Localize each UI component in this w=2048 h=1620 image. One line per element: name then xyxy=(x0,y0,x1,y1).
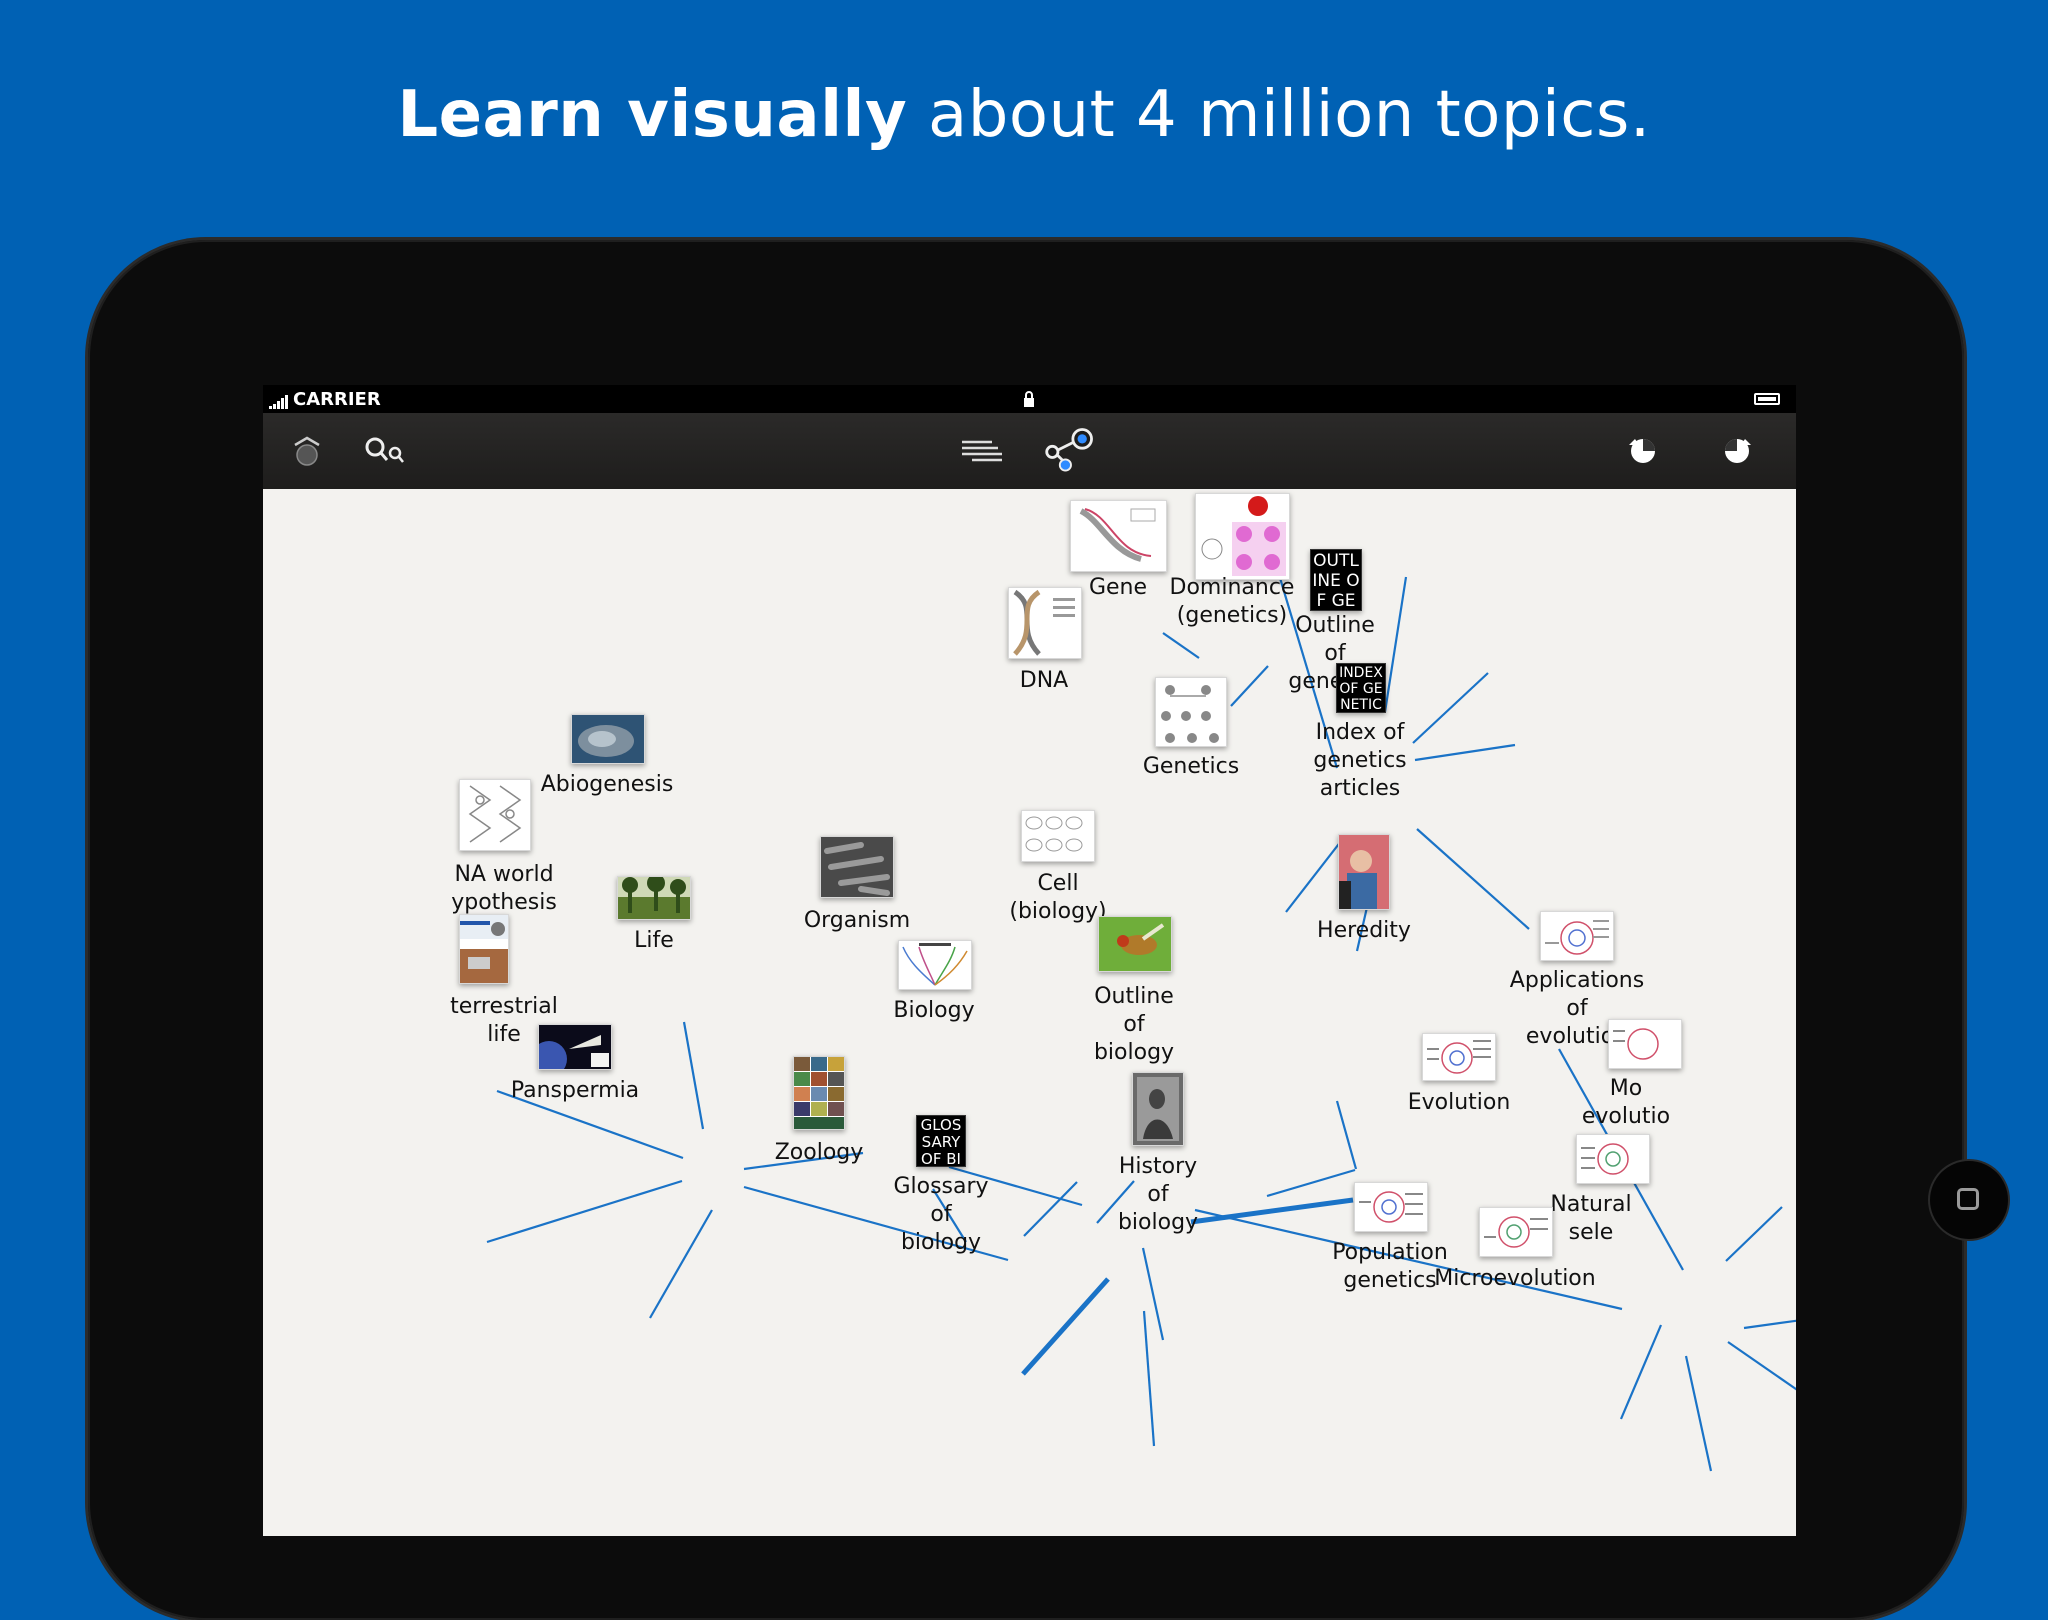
history-thumbnail xyxy=(1132,1072,1184,1146)
edge-genetics-heredity xyxy=(1416,828,1530,930)
glossary-thumbnail: GLOSSARY OF BIOLO xyxy=(916,1115,966,1167)
node-label: Organism xyxy=(803,908,911,933)
battery-icon xyxy=(1754,393,1780,405)
organism-thumbnail xyxy=(820,836,894,898)
edge-evolution-micro xyxy=(1684,1355,1713,1472)
panspermia-thumbnail xyxy=(538,1024,612,1070)
edge-genetics-index xyxy=(1414,743,1516,762)
home-button[interactable] xyxy=(1930,1161,2008,1239)
cell-thumbnail xyxy=(1021,810,1095,862)
life-thumbnail xyxy=(617,876,691,920)
modern-evolution-thumbnail xyxy=(1608,1019,1682,1069)
edge-biology-zoology xyxy=(1021,1277,1110,1376)
thumb-text: GLOSSARY OF BIOLO xyxy=(920,1116,962,1167)
headline-rest: about 4 million topics. xyxy=(907,78,1651,152)
genetics-thumbnail xyxy=(1155,677,1227,747)
search-icon[interactable] xyxy=(359,423,415,479)
node-label: Glossary of biology xyxy=(893,1174,989,1255)
dominance-thumbnail xyxy=(1195,493,1290,580)
node-label: Abiogenesis xyxy=(540,772,674,797)
lock-icon xyxy=(1024,391,1034,407)
graph-view-icon[interactable] xyxy=(1043,423,1099,479)
node-label: Biology xyxy=(893,998,975,1023)
extraterrestrial-thumbnail xyxy=(459,914,509,984)
back-icon[interactable] xyxy=(1615,423,1671,479)
node-label: NA world ypothesis xyxy=(451,862,557,915)
edge-genetics-cell xyxy=(1285,835,1346,913)
node-label: Zoology xyxy=(774,1140,864,1165)
home-square-icon xyxy=(1957,1188,1979,1210)
biology-thumbnail xyxy=(898,940,972,990)
node-label: Life xyxy=(634,928,674,953)
abiogenesis-thumbnail xyxy=(571,714,645,764)
node-label: Evolution xyxy=(1407,1090,1511,1115)
edge-genetics-outline xyxy=(1412,672,1489,744)
edge-evolution-natural xyxy=(1727,1341,1796,1391)
thumb-text: OUTLINE OF GENET xyxy=(1312,551,1360,611)
home-icon[interactable] xyxy=(279,423,335,479)
edge-evolution-applications xyxy=(1725,1206,1783,1262)
edge-genetics-dna-2 xyxy=(1162,632,1200,659)
edge-biology-outline xyxy=(1190,1197,1354,1225)
edge-evolution-modern xyxy=(1743,1319,1796,1330)
node-label: Microevolution xyxy=(1434,1266,1596,1291)
outline-genetics-thumbnail: OUTLINE OF GENET xyxy=(1310,549,1362,611)
edge-genetics-dna xyxy=(1230,665,1269,707)
headline-bold: Learn visually xyxy=(397,78,908,152)
evolution-thumbnail xyxy=(1422,1033,1496,1081)
node-label: Dominance (genetics) xyxy=(1169,575,1295,628)
node-label: Heredity xyxy=(1317,918,1411,943)
microevolution-thumbnail xyxy=(1479,1207,1553,1257)
toolbar xyxy=(263,413,1796,490)
node-label: History of biology xyxy=(1117,1154,1199,1235)
signal-icon xyxy=(269,395,291,409)
node-label: Population genetics xyxy=(1332,1240,1448,1293)
node-label: Gene xyxy=(1088,575,1148,600)
edge-life-panspermia xyxy=(649,1209,713,1319)
node-label: Mo evolutio xyxy=(1581,1076,1671,1129)
edge-life-extraterrestrial xyxy=(486,1179,683,1244)
gene-thumbnail xyxy=(1070,500,1167,572)
rna-world-thumbnail xyxy=(459,779,531,851)
node-label: Index of genetics articles xyxy=(1313,720,1407,801)
headline: Learn visually about 4 million topics. xyxy=(0,78,2048,152)
node-label: Panspermia xyxy=(510,1078,640,1103)
graph-canvas[interactable]: Gene Dominance (genetics) OUTLINE OF GEN… xyxy=(263,489,1796,1536)
node-label: Outline of biology xyxy=(1093,984,1175,1065)
node-label: Natural sele xyxy=(1550,1192,1632,1245)
outline-biology-thumbnail xyxy=(1098,916,1172,972)
applications-evolution-thumbnail xyxy=(1540,911,1614,961)
edge-life-abiogenesis xyxy=(682,1021,705,1130)
index-genetics-thumbnail: INDEX OF GENETICS xyxy=(1336,663,1386,713)
thumb-text: INDEX OF GENETICS xyxy=(1339,665,1383,713)
node-label: Genetics xyxy=(1142,754,1240,779)
node-label: DNA xyxy=(1019,668,1069,693)
edge-evolution-population xyxy=(1619,1324,1663,1420)
status-bar: CARRIER xyxy=(263,385,1796,413)
forward-icon[interactable] xyxy=(1709,423,1765,479)
node-label: Cell (biology) xyxy=(1009,871,1107,924)
heredity-thumbnail xyxy=(1338,834,1390,910)
edge-cell-outline xyxy=(1266,1168,1356,1198)
population-genetics-thumbnail xyxy=(1354,1182,1428,1232)
dna-thumbnail xyxy=(1008,587,1082,659)
app-screen: CARRIER Gene Dominance (genetics) OUTLIN… xyxy=(263,385,1796,1536)
edge-biology-glossary xyxy=(1142,1310,1156,1447)
natural-selection-thumbnail xyxy=(1576,1134,1650,1184)
list-view-icon[interactable] xyxy=(955,423,1011,479)
zoology-thumbnail xyxy=(793,1056,845,1130)
edge-genetics-dominance xyxy=(1383,576,1408,713)
carrier-label: CARRIER xyxy=(293,389,381,410)
edge-cell-outline-2 xyxy=(1335,1100,1358,1170)
